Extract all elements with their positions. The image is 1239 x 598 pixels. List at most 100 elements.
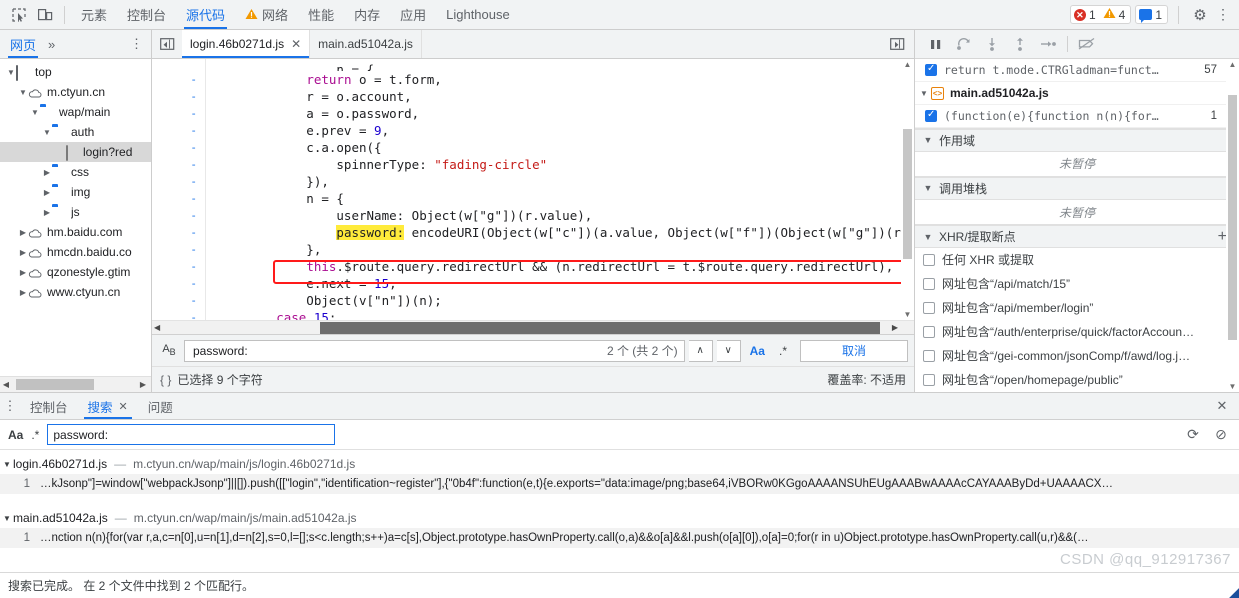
chevron-down-icon[interactable]: ▼ <box>42 128 52 137</box>
chevron-down-icon[interactable]: ▼ <box>919 89 929 98</box>
drawer-tab-search[interactable]: 搜索 ✕ <box>78 393 138 419</box>
step-icon[interactable] <box>1035 33 1061 55</box>
callstack-section-header[interactable]: ▼ 调用堆栈 <box>915 177 1239 200</box>
chevron-right-icon[interactable]: ▶ <box>42 208 52 217</box>
tree-item-qzonestyle-gtimg[interactable]: ▶ qzonestyle.gtim <box>0 262 151 282</box>
search-result-line[interactable]: 1 …nction n(n){for(var r,a,c=n[0],u=n[1]… <box>0 528 1239 548</box>
navigator-horizontal-scrollbar[interactable]: ◀ ▶ <box>0 376 151 392</box>
resize-corner[interactable] <box>1225 584 1239 598</box>
search-result-file[interactable]: ▼ main.ad51042a.js — m.ctyun.cn/wap/main… <box>0 508 1239 528</box>
search-input[interactable] <box>47 424 336 445</box>
gear-icon[interactable]: ⚙ <box>1189 6 1211 24</box>
scroll-down-arrow-icon[interactable]: ▼ <box>1228 382 1237 391</box>
show-navigator-icon[interactable] <box>152 37 182 51</box>
xhr-breakpoint-checkbox[interactable] <box>923 325 935 338</box>
find-cancel-button[interactable]: 取消 <box>800 339 908 362</box>
tab-console[interactable]: 控制台 <box>117 0 176 29</box>
scope-section-header[interactable]: ▼ 作用域 <box>915 129 1239 152</box>
xhr-breakpoint-checkbox[interactable] <box>923 349 935 362</box>
replace-toggle-icon[interactable]: AB <box>158 343 180 358</box>
regex-toggle[interactable]: .* <box>774 344 792 358</box>
chevron-right-icon[interactable]: ▶ <box>18 268 28 277</box>
scroll-right-arrow-icon[interactable]: ▶ <box>137 380 149 389</box>
drawer-tab-issues[interactable]: 问题 <box>138 393 183 419</box>
xhr-breakpoint-checkbox[interactable] <box>923 253 935 266</box>
breakpoint-checkbox[interactable] <box>925 109 937 122</box>
scroll-right-arrow-icon[interactable]: ▶ <box>892 323 898 332</box>
chevron-down-icon[interactable]: ▼ <box>18 88 28 97</box>
navigator-tab-page[interactable]: 网页 <box>4 30 42 58</box>
xhr-breakpoint-row[interactable]: 网址包含“/gei-common/jsonComp/f/awd/log.j… <box>915 344 1239 368</box>
deactivate-breakpoints-icon[interactable] <box>1074 33 1100 55</box>
scrollbar-thumb[interactable] <box>16 379 94 390</box>
search-result-file[interactable]: ▼ login.46b0271d.js — m.ctyun.cn/wap/mai… <box>0 454 1239 474</box>
chevron-right-icon[interactable]: ▶ <box>18 248 28 257</box>
find-next-button[interactable]: ∨ <box>716 339 741 362</box>
match-case-toggle[interactable]: Aa <box>745 344 770 358</box>
xhr-breakpoint-row[interactable]: 网址包含“/api/match/15” <box>915 272 1239 296</box>
scroll-down-arrow-icon[interactable]: ▼ <box>902 310 913 319</box>
inspect-element-icon[interactable] <box>6 3 32 27</box>
step-over-icon[interactable] <box>951 33 977 55</box>
find-input[interactable] <box>191 342 607 359</box>
tab-lighthouse[interactable]: Lighthouse <box>436 0 520 29</box>
chevron-down-icon[interactable]: ▼ <box>923 183 933 193</box>
xhr-breakpoint-row[interactable]: 网址包含“/auth/enterprise/quick/factorAccoun… <box>915 320 1239 344</box>
drawer-tab-console[interactable]: 控制台 <box>20 393 78 419</box>
close-icon[interactable]: ✕ <box>291 37 301 51</box>
tab-memory[interactable]: 内存 <box>344 0 390 29</box>
chevron-down-icon[interactable]: ▼ <box>30 108 40 117</box>
step-out-icon[interactable] <box>1007 33 1033 55</box>
tree-item-css[interactable]: ▶ css <box>0 162 151 182</box>
scrollbar-thumb[interactable] <box>320 322 880 334</box>
close-icon[interactable]: ✕ <box>119 400 128 413</box>
scrollbar-thumb[interactable] <box>903 129 912 259</box>
chevron-right-icon[interactable]: ▶ <box>18 228 28 237</box>
breakpoint-row[interactable]: return t.mode.CTRGladman=funct… 57 <box>915 59 1239 82</box>
breakpoint-row[interactable]: (function(e){function n(n){for… 1 <box>915 105 1239 128</box>
tree-item-wap-main[interactable]: ▼ wap/main <box>0 102 151 122</box>
breakpoint-file-row[interactable]: ▼ <> main.ad51042a.js <box>915 82 1239 105</box>
tree-item-js[interactable]: ▶ js <box>0 202 151 222</box>
tree-item-hmcdn-baidu-com[interactable]: ▶ hmcdn.baidu.co <box>0 242 151 262</box>
tab-performance[interactable]: 性能 <box>298 0 344 29</box>
xhr-breakpoint-checkbox[interactable] <box>923 301 935 314</box>
tree-item-hm-baidu-com[interactable]: ▶ hm.baidu.com <box>0 222 151 242</box>
scroll-left-arrow-icon[interactable]: ◀ <box>154 323 160 332</box>
search-result-line[interactable]: 1 …kJsonp"]=window["webpackJsonp"]||[]).… <box>0 474 1239 494</box>
tab-elements[interactable]: 元素 <box>71 0 117 29</box>
clear-icon[interactable]: ⊘ <box>1211 426 1231 443</box>
tree-item-auth[interactable]: ▼ auth <box>0 122 151 142</box>
chevron-right-icon[interactable]: ▶ <box>42 188 52 197</box>
code-editor[interactable]: - - - - - - - - - - - - - - - n = {retu… <box>152 59 914 334</box>
xhr-breakpoint-checkbox[interactable] <box>923 277 935 290</box>
chevron-down-icon[interactable]: ▼ <box>923 232 933 242</box>
code-lines[interactable]: n = { return o = t.form, r = o.account, … <box>206 59 914 334</box>
xhr-breakpoint-row[interactable]: 网址包含“/open/homepage/public” <box>915 368 1239 392</box>
xhr-breakpoint-row[interactable]: 网址包含“/api/member/login” <box>915 296 1239 320</box>
editor-vertical-scrollbar[interactable]: ▲ ▼ <box>901 59 914 320</box>
debugger-vertical-scrollbar[interactable]: ▲ ▼ <box>1226 59 1239 392</box>
find-previous-button[interactable]: ∧ <box>688 339 713 362</box>
editor-tab-main-js[interactable]: main.ad51042a.js <box>310 30 422 58</box>
issue-counters[interactable]: ✕ 1 4 <box>1069 5 1132 24</box>
editor-horizontal-scrollbar[interactable]: ◀ ▶ <box>152 320 914 334</box>
chevron-right-icon[interactable]: ▶ <box>42 168 52 177</box>
match-case-toggle[interactable]: Aa <box>8 428 23 442</box>
tree-item-www-ctyun-cn[interactable]: ▶ www.ctyun.cn <box>0 282 151 302</box>
breakpoint-checkbox[interactable] <box>925 63 937 76</box>
more-options-icon[interactable]: ⋮ <box>1215 6 1231 23</box>
pretty-print-icon[interactable]: { } <box>160 373 171 387</box>
scroll-left-arrow-icon[interactable]: ◀ <box>0 380 12 389</box>
scroll-up-arrow-icon[interactable]: ▲ <box>1228 60 1237 69</box>
tree-item-top[interactable]: ▼ top <box>0 62 151 82</box>
drawer-close-icon[interactable]: ✕ <box>1205 398 1239 414</box>
editor-tab-login-js[interactable]: login.46b0271d.js ✕ <box>182 30 311 58</box>
step-into-icon[interactable] <box>979 33 1005 55</box>
message-counter[interactable]: 1 <box>1135 5 1168 24</box>
navigator-more-tabs-icon[interactable]: » <box>42 37 61 52</box>
scrollbar-thumb[interactable] <box>1228 95 1237 340</box>
chevron-down-icon[interactable]: ▼ <box>6 68 16 77</box>
editor-gutter[interactable]: - - - - - - - - - - - - - - - <box>152 59 206 334</box>
xhr-breakpoint-row[interactable]: 任何 XHR 或提取 <box>915 248 1239 272</box>
